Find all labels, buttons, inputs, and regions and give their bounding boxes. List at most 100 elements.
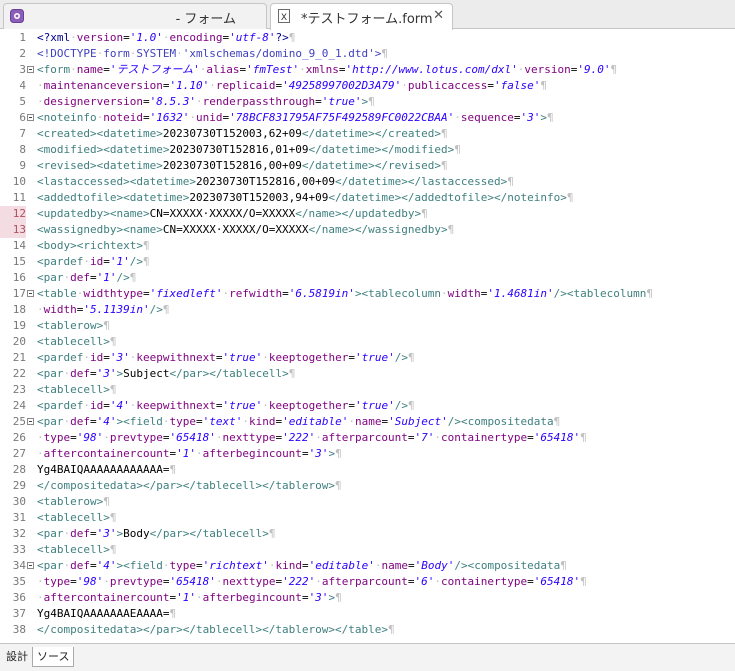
code-line[interactable]: 23 <tablecell>¶ bbox=[0, 382, 735, 398]
code-line[interactable]: 4 ·maintenanceversion='1.10'·replicaid='4… bbox=[0, 78, 735, 94]
code-token: prevtype bbox=[109, 575, 163, 588]
code-line[interactable]: 14 <body><richtext>¶ bbox=[0, 238, 735, 254]
fold-toggle-icon[interactable] bbox=[27, 418, 34, 425]
code-line[interactable]: 3 <form·name='テストフォーム'·alias='fmTest'·xml… bbox=[0, 62, 735, 78]
tab-source[interactable]: ソース bbox=[32, 647, 75, 667]
code-line[interactable]: 27 ·aftercontainercount='1'·afterbegincou… bbox=[0, 446, 735, 462]
code-line[interactable]: 36 ·aftercontainercount='1'·afterbegincou… bbox=[0, 590, 735, 606]
code-token: ¶ bbox=[268, 527, 276, 540]
code-token: id bbox=[89, 255, 104, 268]
code-line[interactable]: 35 ·type='98'·prevtype='65418'·nexttype='… bbox=[0, 574, 735, 590]
code-token: /><compositedata bbox=[447, 415, 554, 428]
code-line[interactable]: 15 <pardef·id='1'/>¶ bbox=[0, 254, 735, 270]
tab-test-form-source[interactable]: X *テストフォーム.form ✕ bbox=[270, 3, 453, 30]
line-number: 24 bbox=[12, 399, 26, 412]
code-token: · bbox=[348, 415, 355, 428]
code-line[interactable]: 29 </compositedata></par></tablecell></ta… bbox=[0, 478, 735, 494]
line-code: <wassignedby><name>CN=XXXXX·XXXXX/O=XXXX… bbox=[37, 222, 454, 238]
code-line[interactable]: 28 Yg4BAIQAAAAAAAAAAAA=¶ bbox=[0, 462, 735, 478]
code-token: keepwithnext bbox=[136, 351, 216, 364]
code-token: 'http://www.lotus.com/dxl' bbox=[345, 63, 518, 76]
code-line[interactable]: 32 <par·def='3'>Body</par></tablecell>¶ bbox=[0, 526, 735, 542]
code-line[interactable]: 34 <par·def='4'><field·type='richtext'·ki… bbox=[0, 558, 735, 574]
code-token: nexttype bbox=[222, 431, 276, 444]
code-token: ¶ bbox=[566, 191, 574, 204]
code-line[interactable]: 26 ·type='98'·prevtype='65418'·nexttype='… bbox=[0, 430, 735, 446]
code-token: ¶ bbox=[169, 463, 177, 476]
code-token: <par bbox=[37, 527, 64, 540]
code-token: '3' bbox=[308, 591, 329, 604]
code-line[interactable]: 6 <noteinfo·noteid='1632'·unid='78BCF8317… bbox=[0, 110, 735, 126]
code-line[interactable]: 19 <tablerow>¶ bbox=[0, 318, 735, 334]
code-token: '1.0' bbox=[129, 31, 163, 44]
code-line[interactable]: 1 <?xml·version='1.0'·encoding='utf-8'?>¶ bbox=[0, 30, 735, 46]
code-token: ¶ bbox=[288, 31, 296, 44]
code-line[interactable]: 9 <revised><datetime>20230730T152816,00+0… bbox=[0, 158, 735, 174]
fold-toggle-icon[interactable] bbox=[27, 290, 34, 297]
line-code: <updatedby><name>CN=XXXXX·XXXXX/O=XXXXX<… bbox=[37, 206, 428, 222]
code-token: name bbox=[354, 415, 382, 428]
line-code: <pardef·id='4'·keepwithnext='true'·keept… bbox=[37, 398, 415, 414]
code-token: <!DOCTYPE bbox=[37, 47, 97, 60]
line-code: <table·widthtype='fixedleft'·refwidth='6… bbox=[37, 286, 653, 302]
code-line[interactable]: 17 <table·widthtype='fixedleft'·refwidth=… bbox=[0, 286, 735, 302]
code-line[interactable]: 33 <tablecell>¶ bbox=[0, 542, 735, 558]
code-token: = bbox=[90, 415, 97, 428]
source-editor[interactable]: 1 <?xml·version='1.0'·encoding='utf-8'?>¶… bbox=[0, 29, 735, 643]
line-number: 2 bbox=[19, 47, 26, 60]
code-token: aftercontainercount bbox=[43, 447, 170, 460]
line-number: 26 bbox=[12, 431, 26, 444]
code-token: </datetime></lastaccessed> bbox=[335, 175, 508, 188]
code-line[interactable]: 11 <addedtofile><datetime>20230730T152003… bbox=[0, 190, 735, 206]
tab-design[interactable]: 設計 bbox=[2, 647, 32, 667]
code-token: = bbox=[70, 431, 77, 444]
code-line[interactable]: 31 <tablecell>¶ bbox=[0, 510, 735, 526]
code-token: <pardef bbox=[37, 351, 84, 364]
code-line[interactable]: 24 <pardef·id='4'·keepwithnext='true'·kee… bbox=[0, 398, 735, 414]
code-line[interactable]: 20 <tablecell>¶ bbox=[0, 334, 735, 350]
code-token: · bbox=[262, 351, 269, 364]
code-line[interactable]: 21 <pardef·id='3'·keepwithnext='true'·kee… bbox=[0, 350, 735, 366]
code-token: = bbox=[301, 591, 309, 604]
code-line[interactable]: 18 ·width='5.1139in'/>¶ bbox=[0, 302, 735, 318]
code-token: ¶ bbox=[388, 623, 395, 636]
fold-toggle-icon[interactable] bbox=[27, 562, 34, 569]
code-line[interactable]: 8 <modified><datetime>20230730T152816,01+… bbox=[0, 142, 735, 158]
code-token: ¶ bbox=[288, 367, 296, 380]
code-line[interactable]: 16 <par·def='1'/>¶ bbox=[0, 270, 735, 286]
code-line[interactable]: 22 <par·def='3'>Subject</par></tablecell>… bbox=[0, 366, 735, 382]
line-code: ·aftercontainercount='1'·afterbegincount… bbox=[37, 590, 342, 606]
code-line[interactable]: 13 <wassignedby><name>CN=XXXXX·XXXXX/O=XX… bbox=[0, 222, 735, 238]
tab-label: *テストフォーム.form bbox=[301, 12, 433, 27]
fold-toggle-icon[interactable] bbox=[27, 66, 34, 73]
fold-toggle-icon[interactable] bbox=[27, 114, 34, 121]
code-line[interactable]: 37 Yg4BAIQAAAAAAAEAAAA=¶ bbox=[0, 606, 735, 622]
code-token: keeptogether bbox=[268, 399, 349, 412]
code-token: </name></wassignedby> bbox=[308, 223, 448, 236]
code-token: SYSTEM bbox=[136, 47, 177, 60]
code-line[interactable]: 10 <lastaccessed><datetime>20230730T15281… bbox=[0, 174, 735, 190]
code-token: /> bbox=[394, 399, 408, 412]
code-token: · bbox=[262, 399, 269, 412]
code-line[interactable]: 38 </compositedata></par></tablecell></ta… bbox=[0, 622, 735, 638]
code-line[interactable]: 5 ·designerversion='8.5.3'·renderpassthro… bbox=[0, 94, 735, 110]
code-token: ¶ bbox=[109, 543, 117, 556]
line-code: <pardef·id='3'·keepwithnext='true'·keept… bbox=[37, 350, 415, 366]
code-token: '3' bbox=[109, 351, 130, 364]
code-token: widthtype bbox=[83, 287, 143, 300]
code-token: '3' bbox=[96, 527, 117, 540]
code-token: noteid bbox=[103, 111, 143, 124]
code-token: 'Body' bbox=[414, 559, 455, 572]
code-token: <lastaccessed><datetime> bbox=[37, 175, 196, 188]
code-token: '3' bbox=[96, 367, 117, 380]
code-line[interactable]: 30 <tablerow>¶ bbox=[0, 494, 735, 510]
code-line[interactable]: 7 <created><datetime>20230730T152003,62+0… bbox=[0, 126, 735, 142]
close-icon[interactable]: ✕ bbox=[433, 8, 444, 23]
code-line[interactable]: 2 <!DOCTYPE·form·SYSTEM·'xmlschemas/domin… bbox=[0, 46, 735, 62]
code-token: = bbox=[195, 559, 203, 572]
code-line[interactable]: 12 <updatedby><name>CN=XXXXX·XXXXX/O=XXXX… bbox=[0, 206, 735, 222]
line-code: <addedtofile><datetime>20230730T152003,9… bbox=[37, 190, 573, 206]
code-token: ?> bbox=[275, 31, 289, 44]
tab-form-design[interactable]: - フォーム bbox=[3, 3, 267, 29]
code-line[interactable]: 25 <par·def='4'><field·type='text'·kind='… bbox=[0, 414, 735, 430]
